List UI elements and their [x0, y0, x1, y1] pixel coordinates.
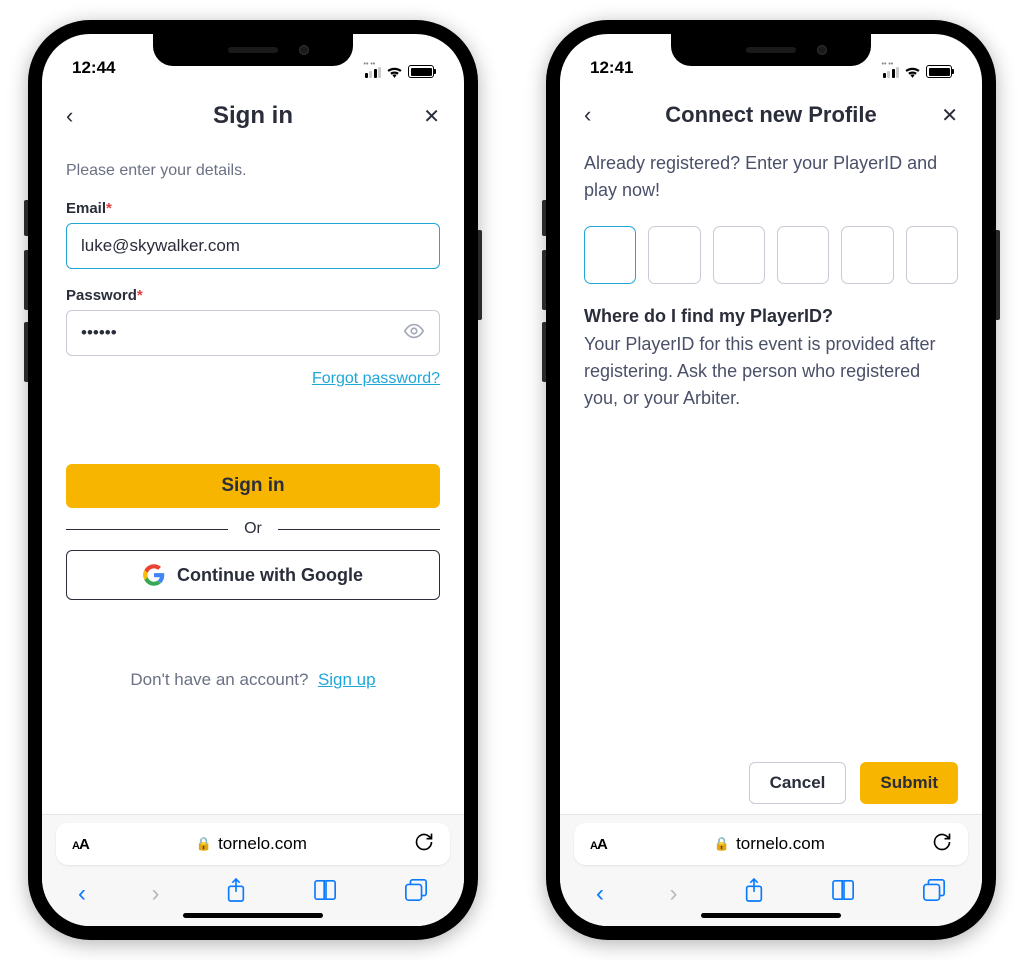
wifi-icon [904, 65, 921, 78]
reload-icon[interactable] [414, 832, 434, 857]
forgot-password-link[interactable]: Forgot password? [312, 370, 440, 387]
eye-icon[interactable] [403, 320, 425, 347]
signin-button[interactable]: Sign in [66, 464, 440, 508]
notch [153, 34, 353, 66]
home-indicator [183, 913, 323, 918]
tabs-icon[interactable] [404, 878, 428, 909]
battery-icon [926, 65, 952, 78]
status-time: 12:44 [72, 58, 115, 78]
email-input[interactable]: luke@skywalker.com [66, 223, 440, 269]
or-divider: Or [66, 520, 440, 538]
bookmarks-icon[interactable] [313, 879, 339, 908]
safari-toolbar: AA 🔒 tornelo.com ‹ › [560, 814, 982, 926]
phone-left: 12:44 •• •• ‹ Sign in ✕ Please enter you… [28, 20, 478, 940]
text-size-icon[interactable]: AA [590, 836, 607, 853]
back-icon[interactable]: ‹ [66, 103, 86, 129]
playerid-digit-2[interactable] [648, 226, 700, 284]
playerid-digit-3[interactable] [713, 226, 765, 284]
page-title: Sign in [213, 102, 293, 130]
google-signin-button[interactable]: Continue with Google [66, 550, 440, 600]
signal-icon [883, 66, 900, 78]
password-input[interactable]: •••••• [66, 310, 440, 356]
wifi-icon [386, 65, 403, 78]
nav-back-icon[interactable]: ‹ [78, 880, 86, 908]
status-time: 12:41 [590, 58, 633, 78]
intro-text: Already registered? Enter your PlayerID … [584, 150, 958, 204]
url-text: tornelo.com [218, 834, 307, 854]
nav-forward-icon: › [670, 880, 678, 908]
no-account-text: Don't have an account? [130, 670, 308, 689]
cancel-button[interactable]: Cancel [749, 762, 847, 804]
google-icon [143, 564, 165, 586]
url-text: tornelo.com [736, 834, 825, 854]
playerid-digit-1[interactable] [584, 226, 636, 284]
playerid-input-group [584, 226, 958, 284]
notch [671, 34, 871, 66]
signup-link[interactable]: Sign up [318, 670, 376, 689]
address-bar[interactable]: AA 🔒 tornelo.com [56, 823, 450, 865]
submit-button[interactable]: Submit [860, 762, 958, 804]
password-label: Password [66, 287, 137, 304]
address-bar[interactable]: AA 🔒 tornelo.com [574, 823, 968, 865]
safari-toolbar: AA 🔒 tornelo.com ‹ › [42, 814, 464, 926]
nav-forward-icon: › [152, 880, 160, 908]
subtitle: Please enter your details. [66, 162, 440, 180]
reload-icon[interactable] [932, 832, 952, 857]
home-indicator [701, 913, 841, 918]
playerid-digit-4[interactable] [777, 226, 829, 284]
share-icon[interactable] [743, 877, 765, 910]
lock-icon: 🔒 [196, 836, 212, 852]
nav-back-icon[interactable]: ‹ [596, 880, 604, 908]
back-icon[interactable]: ‹ [584, 102, 604, 128]
help-answer: Your PlayerID for this event is provided… [584, 331, 958, 412]
tabs-icon[interactable] [922, 878, 946, 909]
signal-icon [365, 66, 382, 78]
text-size-icon[interactable]: AA [72, 836, 89, 853]
lock-icon: 🔒 [714, 836, 730, 852]
phone-right: 12:41 •• •• ‹ Connect new Profile ✕ Alre… [546, 20, 996, 940]
close-icon[interactable]: ✕ [938, 103, 958, 128]
playerid-digit-5[interactable] [841, 226, 893, 284]
bookmarks-icon[interactable] [831, 879, 857, 908]
playerid-digit-6[interactable] [906, 226, 958, 284]
battery-icon [408, 65, 434, 78]
email-label: Email [66, 200, 106, 217]
share-icon[interactable] [225, 877, 247, 910]
page-title: Connect new Profile [665, 102, 876, 128]
help-question: Where do I find my PlayerID? [584, 306, 958, 327]
close-icon[interactable]: ✕ [420, 104, 440, 129]
